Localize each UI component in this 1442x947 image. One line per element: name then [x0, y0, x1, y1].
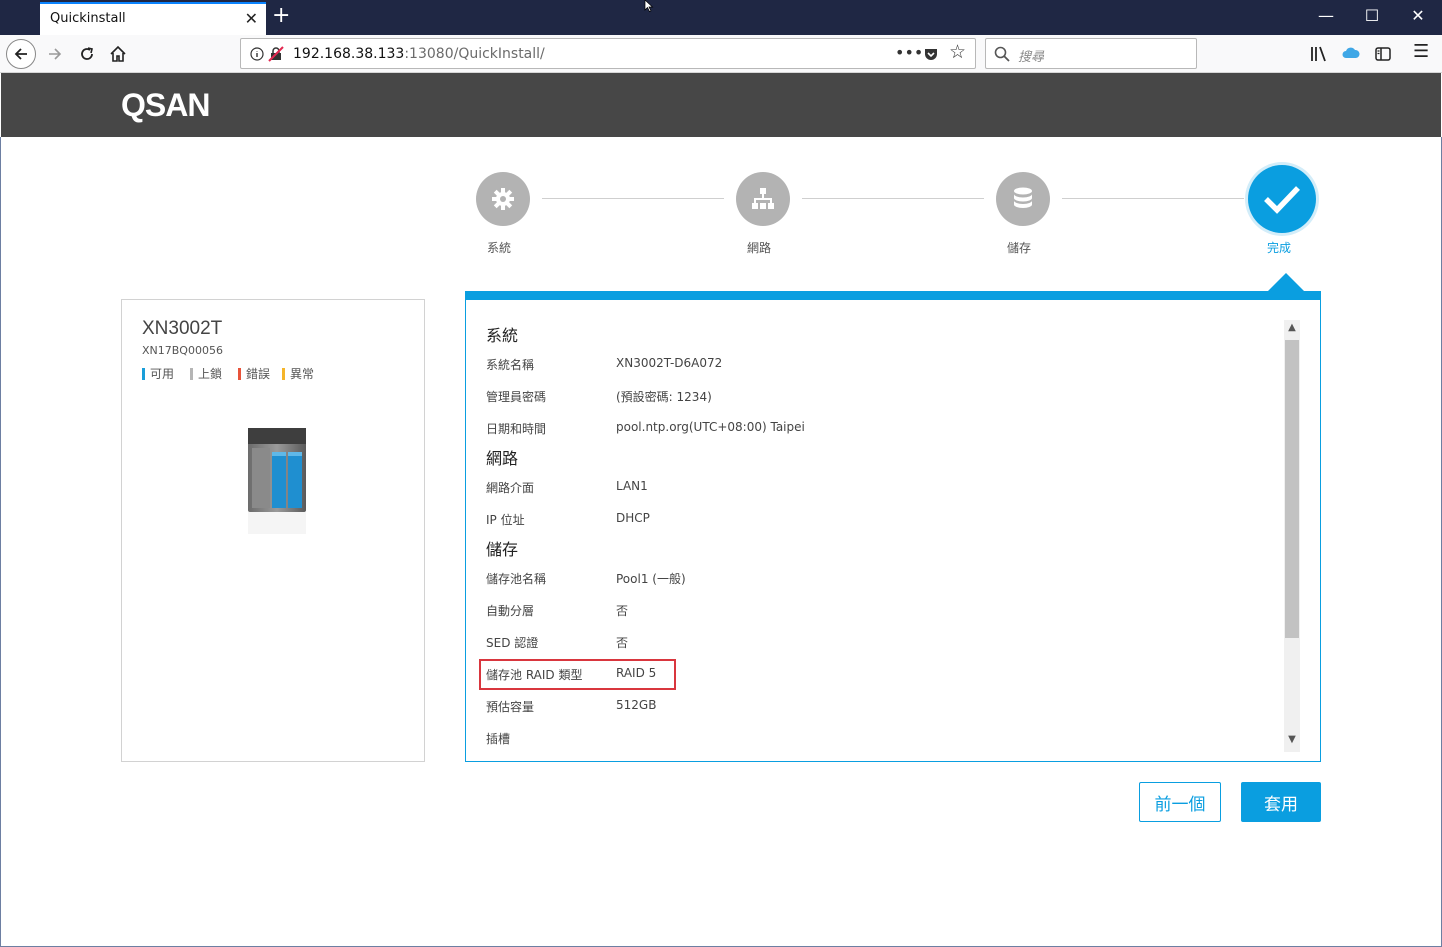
nas-device-image — [248, 428, 306, 534]
apply-button[interactable]: 套用 — [1241, 782, 1321, 822]
mouse-cursor-icon — [644, 0, 654, 12]
search-placeholder: 搜尋 — [1018, 50, 1045, 65]
step-connector — [802, 198, 984, 199]
row-label: 儲存池名稱 — [486, 572, 547, 586]
url-text: 192.168.38.133:13080/QuickInstall/ — [293, 46, 545, 62]
search-input[interactable]: 搜尋 — [985, 38, 1197, 69]
step-connector — [542, 198, 724, 199]
row-label: 系統名稱 — [486, 358, 535, 372]
row-value: Pool1 (一般) — [616, 572, 686, 586]
scroll-down-icon[interactable]: ▼ — [1284, 734, 1300, 745]
browser-nav-bar: 192.168.38.133:13080/QuickInstall/ ••• ☆… — [0, 35, 1442, 73]
legend-swatch — [238, 367, 241, 380]
row-value: RAID 5 — [616, 666, 657, 680]
row-value: LAN1 — [616, 479, 648, 493]
pocket-icon[interactable] — [923, 46, 939, 62]
row-label: 儲存池 RAID 類型 — [486, 668, 583, 682]
row-value: 512GB — [616, 698, 657, 712]
device-model: XN3002T — [142, 318, 223, 339]
row-value: 否 — [616, 636, 629, 650]
reload-icon — [81, 47, 93, 60]
scroll-up-icon[interactable]: ▲ — [1284, 322, 1300, 333]
row-value: DHCP — [616, 511, 650, 525]
app-header: QSAN — [1, 73, 1441, 137]
qsan-logo: QSAN — [121, 87, 210, 123]
tab-title: Quickinstall — [50, 11, 126, 26]
url-host: 192.168.38.133 — [293, 46, 405, 62]
check-icon — [1264, 186, 1300, 214]
bookmark-star-icon[interactable]: ☆ — [949, 41, 966, 63]
section-title-storage: 儲存 — [486, 540, 519, 559]
network-icon — [752, 188, 774, 209]
legend-swatch — [142, 367, 145, 380]
row-label: 日期和時間 — [486, 422, 547, 436]
step-finish[interactable] — [1248, 165, 1316, 233]
step-connector — [1062, 198, 1244, 199]
new-tab-icon[interactable]: + — [272, 4, 290, 28]
summary-scrollbar[interactable]: ▲ ▼ — [1284, 320, 1300, 752]
row-label: IP 位址 — [486, 513, 525, 527]
insecure-lock-icon[interactable] — [268, 46, 284, 62]
previous-button[interactable]: 前一個 — [1139, 782, 1221, 822]
minimize-icon[interactable]: — — [1306, 6, 1346, 25]
row-label: 預估容量 — [486, 700, 535, 714]
legend-label: 異常 — [290, 367, 315, 381]
active-step-pointer — [1267, 273, 1305, 292]
database-icon — [1014, 187, 1032, 208]
back-button[interactable] — [6, 39, 36, 69]
summary-panel: 系統 系統名稱 XN3002T-D6A072 管理員密碼 (預設密碼: 1234… — [465, 291, 1321, 762]
row-value: 否 — [616, 604, 629, 618]
scroll-thumb[interactable] — [1285, 340, 1299, 638]
home-button[interactable] — [103, 39, 133, 69]
library-icon[interactable] — [1310, 45, 1328, 63]
window-close-icon[interactable]: ✕ — [1398, 6, 1438, 25]
legend-swatch — [190, 367, 193, 380]
row-value: pool.ntp.org(UTC+08:00) Taipei — [616, 420, 805, 434]
url-bar[interactable]: 192.168.38.133:13080/QuickInstall/ ••• ☆ — [240, 38, 976, 69]
arrow-right-icon — [49, 48, 62, 60]
arrow-left-icon — [14, 48, 27, 60]
step-system[interactable] — [476, 172, 530, 226]
search-icon — [994, 46, 1010, 62]
legend-error: 錯誤 — [238, 365, 270, 382]
legend-locked: 上鎖 — [190, 365, 222, 382]
legend-label: 錯誤 — [246, 367, 271, 381]
row-label: 管理員密碼 — [486, 390, 547, 404]
legend-label: 上鎖 — [198, 367, 223, 381]
legend-warning: 異常 — [282, 365, 314, 382]
device-card: XN3002T XN17BQ00056 可用 上鎖 錯誤 異常 — [121, 299, 425, 762]
cloud-sync-icon[interactable] — [1342, 46, 1360, 60]
gear-icon — [492, 188, 514, 210]
row-label: 自動分層 — [486, 604, 535, 618]
step-network[interactable] — [736, 172, 790, 226]
step-label-network: 網路 — [746, 241, 771, 255]
step-label-system: 系統 — [486, 241, 511, 255]
reload-button[interactable] — [72, 39, 102, 69]
row-value: (預設密碼: 1234) — [616, 390, 712, 404]
browser-tab[interactable]: Quickinstall ✕ — [40, 2, 266, 35]
maximize-icon[interactable]: ☐ — [1352, 6, 1392, 25]
forward-button[interactable] — [40, 39, 70, 69]
row-label: 網路介面 — [486, 481, 535, 495]
row-label: 插槽 — [486, 732, 511, 746]
row-label: SED 認證 — [486, 636, 539, 650]
url-path: :13080/QuickInstall/ — [404, 46, 545, 62]
home-icon — [110, 45, 126, 62]
legend-available: 可用 — [142, 365, 174, 382]
info-icon[interactable] — [250, 47, 264, 61]
section-title-system: 系統 — [486, 326, 519, 345]
more-actions-icon[interactable]: ••• — [895, 43, 923, 62]
legend-label: 可用 — [150, 367, 175, 381]
browser-tab-bar: Quickinstall ✕ + — ☐ ✕ — [0, 0, 1442, 35]
sidebar-toggle-icon[interactable] — [1374, 45, 1392, 63]
menu-icon[interactable]: ☰ — [1413, 41, 1429, 62]
legend-swatch — [282, 367, 285, 380]
device-serial: XN17BQ00056 — [142, 344, 223, 357]
section-title-network: 網路 — [486, 449, 519, 468]
row-value: XN3002T-D6A072 — [616, 356, 723, 370]
close-icon[interactable]: ✕ — [245, 9, 258, 28]
step-label-storage: 儲存 — [1006, 241, 1031, 255]
step-storage[interactable] — [996, 172, 1050, 226]
step-label-finish: 完成 — [1266, 241, 1291, 255]
